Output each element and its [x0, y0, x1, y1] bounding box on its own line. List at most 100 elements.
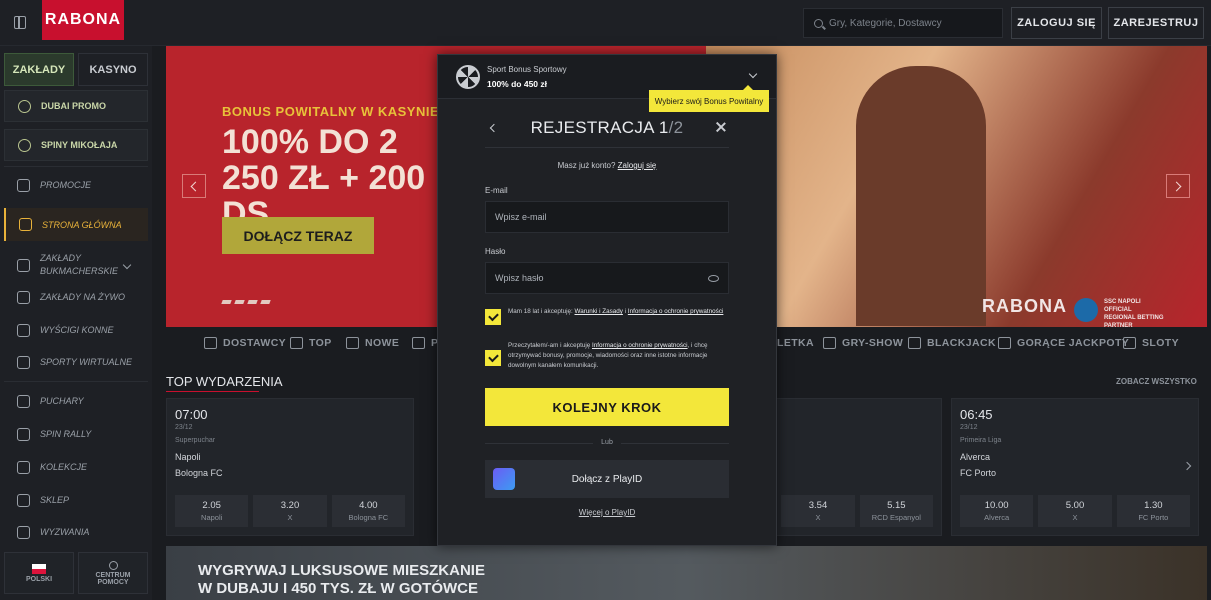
sidebar-item-sports-betting[interactable]: ZAKŁADY BUKMACHERSKIE	[4, 250, 148, 280]
snowflake-icon	[18, 138, 31, 152]
events-next-button[interactable]	[1176, 455, 1198, 477]
privacy-link[interactable]: Informacja o ochronie prywatności	[628, 308, 724, 315]
language-button[interactable]: POLSKI	[4, 552, 74, 594]
odds-label: Napoli	[201, 513, 223, 522]
bonus-name: Sport Bonus Sportowy	[487, 65, 567, 74]
category-providers[interactable]: DOSTAWCY	[204, 337, 286, 349]
hero-brand-logo: RABONA	[982, 296, 1067, 316]
more-playid-link[interactable]: Więcej o PlayID	[438, 508, 776, 517]
marketing-checkbox[interactable]	[485, 350, 501, 366]
next-step-button[interactable]: KOLEJNY KROK	[485, 388, 729, 426]
hero-character-image	[856, 66, 986, 326]
age-terms-checkbox[interactable]	[485, 309, 501, 325]
terms-link[interactable]: Warunki i Zasady	[575, 308, 623, 315]
sidebar-item-promotions[interactable]: PROMOCJE	[4, 172, 148, 198]
category-blackjack[interactable]: BLACKJACK	[908, 337, 996, 349]
collection-icon	[17, 460, 30, 474]
sidebar-item-label: PUCHARY	[40, 396, 84, 406]
search-input[interactable]	[829, 17, 989, 29]
event-card[interactable]: 07:00 23/12 Superpuchar Napoli Bologna F…	[166, 398, 414, 536]
playid-button[interactable]: Dołącz z PlayID	[485, 460, 729, 498]
email-field[interactable]	[485, 201, 729, 233]
odds-value: 4.00	[359, 500, 378, 511]
chevron-down-icon[interactable]	[748, 69, 758, 79]
sidebar-item-label: DUBAI PROMO	[41, 101, 106, 111]
tab-bets[interactable]: ZAKŁADY	[4, 53, 74, 86]
help-icon	[108, 560, 118, 570]
sidebar-item-santa-spins[interactable]: SPINY MIKOŁAJA	[4, 129, 148, 161]
sidebar-item-label: ZAKŁADY NA ŻYWO	[40, 292, 126, 302]
star-icon	[346, 337, 359, 349]
help-center-button[interactable]: CENTRUM POMOCY	[78, 552, 148, 594]
eye-icon[interactable]	[708, 275, 719, 282]
odds-value: 3.20	[280, 500, 300, 511]
sidebar-item-spin-rally[interactable]: SPIN RALLY	[4, 423, 148, 445]
sidebar-item-virtual-sports[interactable]: SPORTY WIRTUALNE	[4, 351, 148, 373]
password-field[interactable]	[485, 262, 729, 294]
odds-label: RCD Espanyol	[871, 513, 921, 522]
napoli-crest-icon	[1074, 298, 1098, 322]
category-game-shows[interactable]: GRY-SHOW	[823, 337, 903, 349]
folder-icon	[204, 337, 217, 349]
carousel-next-button[interactable]	[1166, 174, 1190, 198]
event-time: 06:45	[960, 407, 993, 422]
odds-button[interactable]: 5.15 RCD Espanyol	[859, 495, 933, 527]
sidebar-item-label: SPIN RALLY	[40, 429, 92, 439]
odds-button[interactable]: 4.00 Bologna FC	[331, 495, 405, 527]
divider	[4, 381, 148, 382]
odds-button[interactable]: 5.00 X	[1038, 495, 1112, 527]
sidebar-item-shop[interactable]: SKLEP	[4, 489, 148, 511]
category-label: GORĄCE JACKPOTY	[1017, 337, 1130, 349]
category-label: NOWE	[365, 337, 400, 349]
sidebar-item-cups[interactable]: PUCHARY	[4, 390, 148, 412]
crown-icon	[290, 337, 303, 349]
language-label: POLSKI	[25, 575, 53, 583]
sidebar-item-live-betting[interactable]: ZAKŁADY NA ŻYWO	[4, 286, 148, 308]
sidebar-toggle-icon[interactable]	[14, 16, 26, 29]
event-card[interactable]: 06:45 23/12 Primeira Liga Alverca FC Por…	[951, 398, 1199, 536]
sidebar-item-label: STRONA GŁÓWNA	[42, 219, 122, 230]
login-link[interactable]: Zaloguj się	[618, 161, 657, 170]
category-slots[interactable]: SLOTY	[1123, 337, 1179, 349]
chevron-down-icon[interactable]	[122, 260, 132, 270]
tab-casino[interactable]: KASYNO	[78, 53, 148, 86]
age-terms-text: Mam 18 lat i akceptuję: Warunki i Zasady…	[508, 307, 730, 317]
carousel-dots[interactable]	[221, 300, 271, 304]
logo[interactable]: RABONA	[42, 0, 124, 40]
search-box[interactable]	[803, 8, 1003, 38]
rally-flag-icon	[17, 427, 30, 441]
category-roulette[interactable]: LETKA	[777, 337, 814, 349]
sidebar-item-dubai-promo[interactable]: DUBAI PROMO	[4, 90, 148, 122]
category-new[interactable]: NOWE	[346, 337, 399, 349]
sidebar-item-challenges[interactable]: WYZWANIA	[4, 521, 148, 543]
odds-button[interactable]: 3.20 X	[253, 495, 327, 527]
category-top[interactable]: TOP	[290, 337, 332, 349]
odds-button[interactable]: 2.05 Napoli	[175, 495, 249, 527]
close-icon[interactable]	[715, 121, 727, 133]
login-button[interactable]: ZALOGUJ SIĘ	[1011, 7, 1102, 39]
sidebar-item-horse-racing[interactable]: WYŚCIGI KONNE	[4, 319, 148, 341]
dubai-promo-banner[interactable]: WYGRYWAJ LUKSUSOWE MIESZKANIE W DUBAJU I…	[166, 546, 1207, 600]
sidebar-item-collections[interactable]: KOLEKCJE	[4, 456, 148, 478]
slot-icon	[1123, 337, 1136, 349]
odds-row: 10.00 Alverca 5.00 X 1.30 FC Porto	[960, 495, 1190, 527]
odds-button[interactable]: 1.30 FC Porto	[1116, 495, 1190, 527]
bonus-value: 100% do 450 zł	[487, 79, 548, 89]
register-button[interactable]: ZAREJESTRUJ	[1108, 7, 1204, 39]
odds-button[interactable]: 10.00 Alverca	[960, 495, 1034, 527]
football-icon	[17, 258, 30, 272]
sidebar-item-label: ZAKŁADY BUKMACHERSKIE	[40, 253, 119, 276]
registration-modal: Sport Bonus Sportowy 100% do 450 zł Wybi…	[437, 54, 777, 546]
search-icon	[814, 18, 823, 28]
sidebar-item-home[interactable]: STRONA GŁÓWNA	[4, 208, 148, 241]
category-hot-jackpots[interactable]: GORĄCE JACKPOTY	[998, 337, 1129, 349]
category-p[interactable]: P	[412, 337, 438, 349]
privacy-link[interactable]: Informacja o ochronie prywatności	[592, 342, 688, 349]
odds-button[interactable]: 3.54 X	[781, 495, 855, 527]
home-icon	[19, 218, 32, 231]
carousel-prev-button[interactable]	[182, 174, 206, 198]
email-label: E-mail	[485, 186, 508, 195]
poland-flag-icon	[32, 563, 46, 574]
see-all-link[interactable]: ZOBACZ WSZYSTKO	[1116, 377, 1197, 386]
hero-join-button[interactable]: DOŁĄCZ TERAZ	[222, 217, 374, 254]
